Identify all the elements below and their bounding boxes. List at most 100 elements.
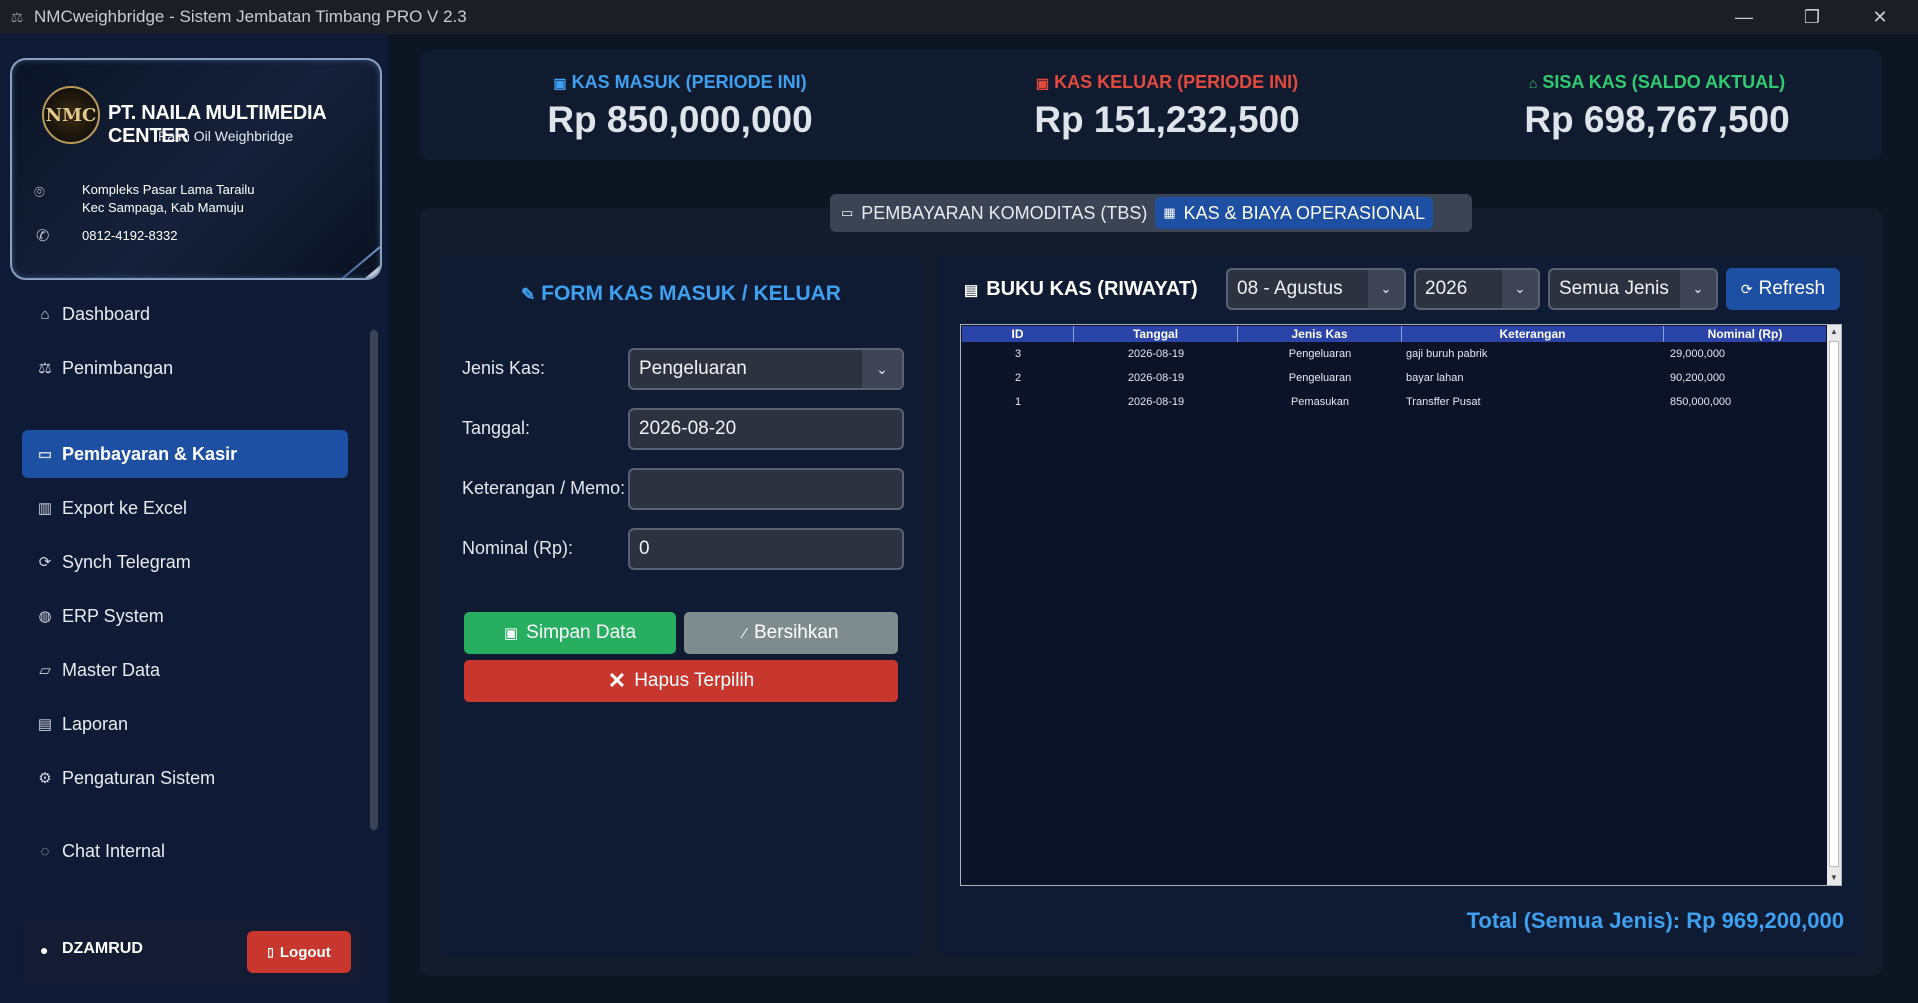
table-row[interactable]: 2 2026-08-19 Pengeluaran bayar lahan 90,… [962,366,1826,390]
cell-id: 1 [1014,396,1022,408]
chevron-down-icon[interactable]: ⌄ [1368,270,1404,308]
cash-in-icon: ▣ [553,75,567,91]
sisa-kas-value: Rp 698,767,500 [1524,99,1790,140]
logout-icon: ▯ [267,945,274,959]
cell-jenis: Pengeluaran [1288,372,1352,384]
ledger-book-icon: ▤ [964,281,979,299]
title-bar: ⚖ NMCweighbridge - Sistem Jembatan Timba… [0,0,1918,34]
scale-icon: ⚖ [38,360,52,377]
nominal-value: 0 [639,538,650,559]
simpan-data-button[interactable]: ▣ Simpan Data [464,612,676,654]
company-subtitle: Palm Oil Weighbridge [158,128,294,144]
column-header-id[interactable]: ID [962,326,1074,342]
chat-icon: ◌ [40,842,50,860]
sidebar-item-penimbangan[interactable]: ⚖ Penimbangan [22,344,348,392]
cell-nominal: 850,000,000 [1670,396,1732,408]
bersihkan-button[interactable]: ⁄ Bersihkan [684,612,898,654]
save-icon: ▣ [503,625,519,642]
sidebar-item-chat-internal[interactable]: ◌ Chat Internal [22,827,348,875]
type-filter-select[interactable]: Semua Jenis ⌄ [1548,268,1718,310]
nominal-label: Nominal (Rp): [462,538,574,558]
jenis-kas-select[interactable]: Pengeluaran ⌄ [628,348,904,390]
kas-masuk-value: Rp 850,000,000 [547,99,813,140]
chevron-down-icon[interactable]: ⌄ [1502,270,1538,308]
sidebar-item-master-data[interactable]: ▱ Master Data [22,646,348,694]
sidebar-item-label: Synch Telegram [62,551,191,572]
sidebar-item-label: Export ke Excel [62,497,188,518]
logout-button[interactable]: ▯ Logout [247,931,351,973]
cell-nominal: 29,000,000 [1670,348,1726,360]
table-header: ID Tanggal Jenis Kas Keterangan Nominal … [962,326,1826,342]
cashbook-icon: ▦ [1163,205,1176,220]
scroll-up-icon[interactable]: ▲ [1827,325,1841,339]
sidebar-item-label: Chat Internal [62,840,166,861]
bersihkan-label: Bersihkan [754,622,839,643]
location-pin-icon: ⌾ [34,182,45,202]
chevron-down-icon[interactable]: ⌄ [1680,270,1716,308]
cell-jenis: Pengeluaran [1288,348,1352,360]
chart-icon: ▥ [37,500,53,517]
sidebar-item-dashboard[interactable]: ⌂ Dashboard [22,290,348,338]
refresh-icon: ⟳ [1740,280,1753,297]
keterangan-field[interactable] [628,468,904,510]
cell-jenis: Pemasukan [1290,396,1350,408]
nominal-field[interactable]: 0 [628,528,904,570]
card-icon: ▭ [841,205,854,220]
cell-nominal: 90,200,000 [1670,372,1726,384]
edit-form-icon: ✎ [521,285,536,304]
tanggal-value: 2026-08-20 [639,418,737,439]
table-scrollbar[interactable]: ▲ ▼ [1827,325,1841,885]
month-filter-select[interactable]: 08 - Agustus ⌄ [1226,268,1406,310]
month-filter-value: 08 - Agustus [1237,278,1343,299]
refresh-label: Refresh [1758,278,1826,299]
payment-card-icon: ▭ [37,446,53,463]
sidebar-item-export-excel[interactable]: ▥ Export ke Excel [22,484,348,532]
type-filter-value: Semua Jenis [1559,278,1669,299]
sidebar-item-pembayaran-kasir[interactable]: ▭ Pembayaran & Kasir [22,430,348,478]
sidebar: NMC PT. NAILA MULTIMEDIA CENTER Palm Oil… [0,34,388,1003]
sidebar-item-pengaturan-sistem[interactable]: ⚙ Pengaturan Sistem [22,754,348,802]
sidebar-item-label: Master Data [62,659,161,680]
column-header-keterangan[interactable]: Keterangan [1402,326,1664,342]
card-decoration [273,258,380,278]
minimize-button[interactable]: — [1716,0,1772,34]
sidebar-item-label: Laporan [62,713,129,734]
restore-button[interactable]: ❐ [1784,0,1840,34]
simpan-label: Simpan Data [526,622,637,643]
company-address-line1: Kompleks Pasar Lama Tarailu [82,182,255,197]
gear-icon: ⚙ [38,770,52,787]
user-icon: ● [40,942,49,958]
scroll-down-icon[interactable]: ▼ [1827,871,1841,885]
kas-masuk-label: KAS MASUK (PERIODE INI) [571,72,807,92]
kas-keluar-value: Rp 151,232,500 [1034,99,1300,140]
year-filter-select[interactable]: 2026 ⌄ [1414,268,1540,310]
sisa-kas-label: SISA KAS (SALDO AKTUAL) [1542,72,1786,92]
logout-label: Logout [279,943,331,961]
tab-kas-biaya-operasional[interactable]: ▦ KAS & BIAYA OPERASIONAL [1155,197,1434,229]
sidebar-scrollbar[interactable] [370,330,378,830]
table-row[interactable]: 1 2026-08-19 Pemasukan Transffer Pusat 8… [962,390,1826,414]
company-address-line2: Kec Sampaga, Kab Mamuju [82,200,244,215]
column-header-tanggal[interactable]: Tanggal [1074,326,1238,342]
tab-label: KAS & BIAYA OPERASIONAL [1183,202,1426,223]
sidebar-item-erp-system[interactable]: ◍ ERP System [22,592,348,640]
sidebar-item-synch-telegram[interactable]: ⟳ Synch Telegram [22,538,348,586]
scroll-thumb[interactable] [1829,341,1839,867]
chevron-down-icon[interactable]: ⌄ [862,350,902,388]
column-header-jenis-kas[interactable]: Jenis Kas [1238,326,1402,342]
sidebar-item-label: Dashboard [62,303,151,324]
cell-tanggal: 2026-08-19 [1127,396,1185,408]
sidebar-item-laporan[interactable]: ▤ Laporan [22,700,348,748]
close-button[interactable]: ✕ [1852,0,1908,34]
globe-icon: ◍ [38,608,52,625]
table-row[interactable]: 3 2026-08-19 Pengeluaran gaji buruh pabr… [962,342,1826,366]
cell-tanggal: 2026-08-19 [1127,348,1185,360]
column-header-nominal[interactable]: Nominal (Rp) [1664,326,1826,342]
jenis-kas-value: Pengeluaran [639,358,747,379]
cash-form-panel: ✎ FORM KAS MASUK / KELUAR Jenis Kas: Pen… [440,254,922,956]
sync-icon: ⟳ [38,554,52,571]
tanggal-field[interactable]: 2026-08-20 [628,408,904,450]
tab-pembayaran-komoditas[interactable]: ▭ PEMBAYARAN KOMODITAS (TBS) [833,197,1155,229]
hapus-terpilih-button[interactable]: ✕ Hapus Terpilih [464,660,898,702]
refresh-button[interactable]: ⟳ Refresh [1726,268,1840,310]
